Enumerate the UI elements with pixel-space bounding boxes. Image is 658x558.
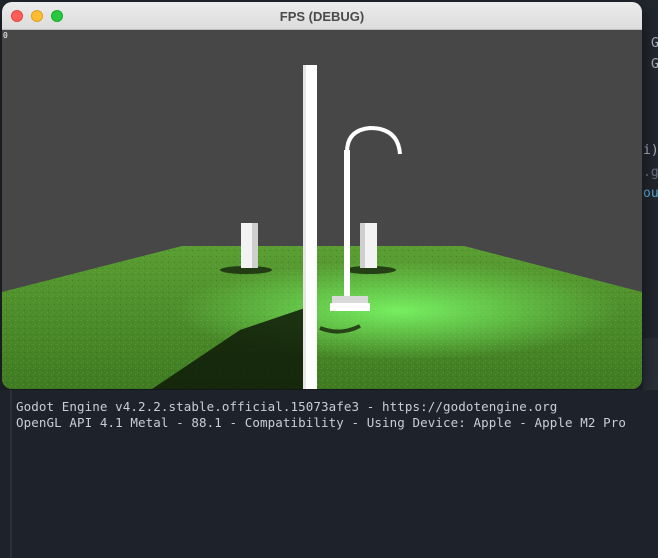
console-line: Godot Engine v4.2.2.stable.official.1507…	[16, 399, 558, 414]
code-fragment: ou	[643, 186, 658, 201]
console-line: OpenGL API 4.1 Metal - 88.1 - Compatibil…	[16, 415, 627, 430]
console-gutter	[10, 390, 12, 558]
game-viewport[interactable]: 0	[2, 30, 642, 389]
3d-scene	[2, 30, 642, 389]
window-titlebar[interactable]: FPS (DEBUG)	[2, 2, 642, 30]
output-console[interactable]: Godot Engine v4.2.2.stable.official.1507…	[0, 390, 658, 558]
fps-counter: 0	[3, 31, 8, 40]
code-fragment: .g	[643, 165, 658, 180]
code-fragment: G	[651, 57, 658, 72]
game-window[interactable]: FPS (DEBUG) 0	[2, 2, 642, 389]
code-fragment: G	[651, 36, 658, 51]
editor-panel-edge	[643, 338, 658, 390]
window-title: FPS (DEBUG)	[279, 9, 365, 24]
code-fragment: i)	[643, 143, 658, 158]
